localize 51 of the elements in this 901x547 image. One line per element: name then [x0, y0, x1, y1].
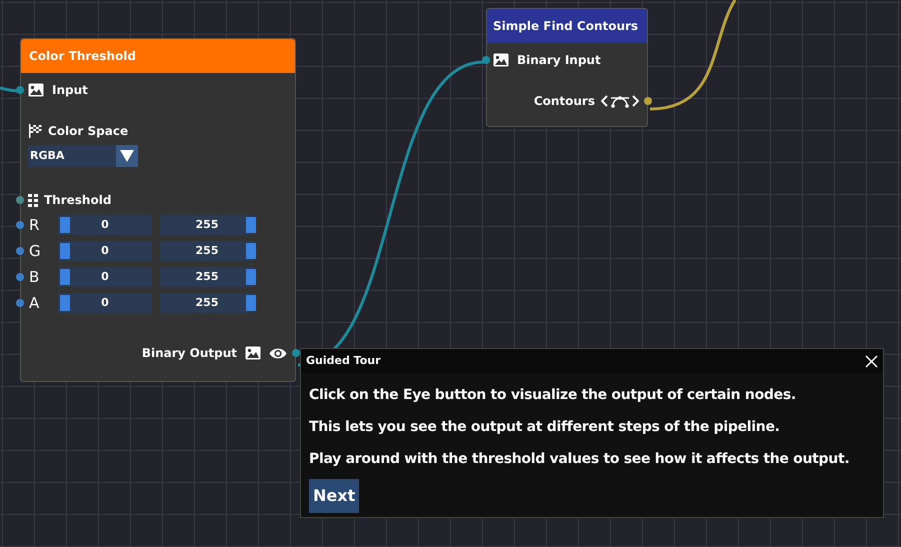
tour-text: Play around with the threshold values to see how it affects the output.	[309, 450, 850, 469]
color-space-dropdown[interactable]: RGBA	[28, 145, 138, 167]
slider-value: 0	[101, 216, 109, 233]
image-icon	[28, 83, 44, 97]
slider-thumb[interactable]	[246, 295, 256, 311]
slider-track[interactable]: 255	[160, 215, 254, 235]
field-label: Color Space	[48, 123, 128, 140]
slider-value: 255	[196, 242, 218, 259]
bezier-curve-icon	[601, 94, 639, 108]
slider-thumb[interactable]	[60, 243, 70, 259]
slider-track[interactable]: 0	[58, 293, 152, 313]
image-icon	[493, 53, 509, 67]
tour-text: Click on the Eye button to visualize the output of certain nodes.	[309, 386, 797, 405]
channel-label: A	[28, 292, 40, 314]
slider-thumb[interactable]	[60, 217, 70, 233]
slider-track[interactable]: 255	[160, 267, 254, 287]
grid-dots-icon	[28, 194, 38, 206]
slider-track[interactable]: 255	[160, 241, 254, 261]
slider-value: 255	[196, 294, 218, 311]
slider-track[interactable]: 0	[58, 241, 152, 261]
tour-text: This lets you see the output at different steps of the pipeline.	[309, 418, 781, 437]
channel-label: G	[28, 240, 42, 262]
slider-thumb[interactable]	[60, 269, 70, 285]
channel-label: R	[28, 214, 40, 236]
slider-value: 0	[101, 268, 109, 285]
slider-track[interactable]: 0	[58, 267, 152, 287]
dialog-title: Guided Tour	[306, 352, 381, 369]
node-title: Simple Find Contours	[493, 18, 638, 35]
port-label: Binary Input	[517, 52, 601, 69]
slider-track[interactable]: 255	[160, 293, 254, 313]
slider-value: 255	[196, 268, 218, 285]
slider-thumb[interactable]	[60, 295, 70, 311]
slider-thumb[interactable]	[246, 217, 256, 233]
port-label: Contours	[534, 93, 595, 110]
slider-value: 0	[101, 242, 109, 259]
slider-thumb[interactable]	[246, 269, 256, 285]
port-label: Input	[52, 82, 88, 99]
dropdown-triangle-icon	[120, 150, 134, 162]
image-icon	[245, 346, 261, 360]
channel-label: B	[28, 266, 40, 288]
slider-value: 0	[101, 294, 109, 311]
eye-icon[interactable]	[269, 346, 287, 360]
slider-value: 255	[196, 216, 218, 233]
checkered-flag-icon	[28, 124, 42, 138]
node-title: Color Threshold	[29, 48, 136, 65]
close-icon[interactable]	[865, 354, 878, 368]
field-label: Threshold	[44, 192, 112, 209]
port-label: Binary Output	[142, 345, 237, 362]
slider-track[interactable]: 0	[58, 215, 152, 235]
slider-thumb[interactable]	[246, 243, 256, 259]
next-button[interactable]: Next	[309, 479, 360, 513]
